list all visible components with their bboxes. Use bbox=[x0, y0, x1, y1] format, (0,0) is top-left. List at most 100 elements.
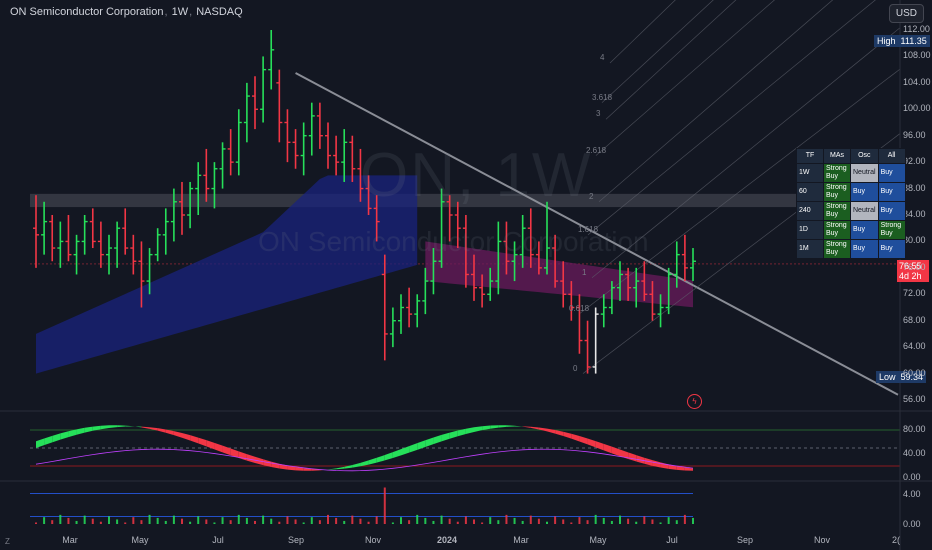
oscillator-ribbon-segment bbox=[368, 457, 377, 465]
signal-cell-tf: 1D bbox=[796, 220, 824, 240]
ohlc-bar bbox=[292, 129, 299, 169]
fib-level-label: 1 bbox=[582, 267, 587, 277]
histogram-bar bbox=[148, 514, 151, 524]
oscillator-ribbon-segment bbox=[222, 445, 231, 456]
oscillator-ribbon-segment bbox=[100, 425, 109, 430]
histogram-bar bbox=[383, 487, 386, 524]
ohlc-bar bbox=[584, 320, 591, 374]
interval-label: 1W bbox=[171, 6, 189, 18]
signal-cell-tf: 1W bbox=[796, 163, 824, 183]
histogram-bar bbox=[408, 520, 411, 524]
price-tick-label: 100.00 bbox=[903, 103, 931, 114]
signal-cell-all: Buy bbox=[877, 201, 906, 221]
signal-cell-all: Strong Buy bbox=[877, 220, 906, 240]
fib-fan-line bbox=[595, 0, 775, 156]
oscillator-ribbon-segment bbox=[587, 438, 596, 448]
histogram-bar bbox=[667, 517, 670, 524]
lightning-icon[interactable]: ϟ bbox=[687, 394, 702, 409]
histogram-bar bbox=[35, 522, 37, 524]
histogram-bar bbox=[91, 518, 94, 524]
time-tick-label: Sep bbox=[287, 535, 305, 545]
ohlc-bar bbox=[333, 135, 340, 176]
histogram-bar bbox=[262, 515, 265, 524]
fib-fan-line bbox=[605, 0, 737, 120]
ohlc-bar bbox=[81, 215, 88, 255]
oscillator-ribbon-segment bbox=[376, 455, 385, 463]
oscillator-ribbon-segment bbox=[465, 427, 474, 434]
signal-cell-tf: 60 bbox=[796, 182, 824, 202]
oscillator-ribbon-segment bbox=[84, 426, 93, 433]
histogram-bar bbox=[189, 521, 192, 524]
currency-button[interactable]: USD bbox=[888, 4, 924, 23]
oscillator-ribbon-segment bbox=[336, 466, 345, 470]
histogram-bar bbox=[627, 518, 630, 524]
signal-cell-osc: Buy bbox=[850, 220, 879, 240]
ohlc-bar bbox=[681, 234, 688, 282]
time-tick-label: Sep bbox=[736, 535, 754, 545]
signal-row: 1W Strong Buy Neutral Buy bbox=[796, 163, 906, 183]
histogram-bar bbox=[343, 520, 346, 524]
oscillator-ribbon-segment bbox=[198, 437, 207, 447]
histogram-bar bbox=[440, 515, 443, 524]
time-tick-label: Nov bbox=[364, 535, 382, 545]
oscillator-ribbon-segment bbox=[652, 460, 661, 468]
fib-level-label: 2.618 bbox=[586, 145, 607, 155]
oscillator-ribbon-segment bbox=[190, 435, 199, 444]
histogram-bar bbox=[456, 521, 459, 524]
fib-level-label: 0.618 bbox=[569, 304, 590, 314]
fib-fan-line bbox=[609, 0, 676, 64]
histogram-bar bbox=[651, 519, 654, 524]
oscillator-ribbon-segment bbox=[60, 431, 69, 440]
price-tick-label: 60.00 bbox=[903, 367, 926, 378]
chart-title: ON Semiconductor Corporation, 1W, NASDAQ bbox=[10, 6, 243, 18]
exchange-label: NASDAQ bbox=[196, 6, 243, 18]
ohlc-bar bbox=[276, 69, 283, 143]
histogram-bar bbox=[416, 514, 419, 524]
histogram-bar bbox=[245, 517, 248, 524]
oscillator-ribbon-segment bbox=[125, 425, 134, 427]
oscillator-ribbon-segment bbox=[482, 425, 491, 431]
histogram-bar bbox=[586, 520, 589, 524]
histogram-tick-label: 4.00 bbox=[903, 489, 921, 499]
fib-fan-line bbox=[601, 0, 714, 103]
oscillator-ribbon-segment bbox=[474, 426, 483, 432]
histogram-bar bbox=[254, 520, 256, 524]
histogram-bar bbox=[302, 522, 305, 524]
oscillator-ribbon-segment bbox=[538, 427, 547, 432]
price-tick-label: 68.00 bbox=[903, 314, 926, 325]
signal-row: 60 Strong Buy Buy Buy bbox=[796, 182, 906, 202]
histogram-bar bbox=[643, 516, 646, 524]
histogram-bar bbox=[424, 517, 427, 524]
fib-level-label: 0 bbox=[573, 363, 578, 373]
histogram-bar bbox=[659, 522, 662, 524]
time-tick-label: May bbox=[131, 535, 149, 545]
histogram-bar bbox=[140, 520, 143, 524]
signal-table: TF MAs Osc All 1W Strong Buy Neutral Buy 60 S… bbox=[796, 148, 906, 259]
ohlc-bar bbox=[260, 56, 267, 123]
histogram-bar bbox=[497, 520, 500, 524]
price-tick-label: 76.00 bbox=[903, 261, 926, 272]
signal-cell-mas: Strong Buy bbox=[823, 201, 851, 221]
signal-row: 1D Strong Buy Buy Strong Buy bbox=[796, 220, 906, 240]
zoom-icon[interactable]: Z bbox=[5, 537, 10, 546]
oscillator-ribbon-segment bbox=[514, 425, 523, 427]
oscillator-ribbon-segment bbox=[579, 435, 588, 445]
oscillator-ribbon-segment bbox=[141, 426, 150, 429]
oscillator-ribbon-segment bbox=[506, 425, 515, 427]
oscillator-ribbon-segment bbox=[409, 443, 418, 453]
time-tick-label: May bbox=[589, 535, 607, 545]
ohlc-bar bbox=[65, 215, 72, 262]
histogram-bar bbox=[594, 514, 597, 524]
oscillator-ribbon-segment bbox=[571, 433, 580, 442]
signal-cell-osc: Neutral bbox=[850, 201, 879, 221]
oscillator-ribbon-segment bbox=[360, 460, 369, 467]
header-osc: Osc bbox=[850, 148, 879, 164]
histogram-bar bbox=[116, 519, 119, 524]
histogram-bar bbox=[489, 517, 492, 524]
oscillator-tick-label: 80.00 bbox=[903, 424, 926, 434]
histogram-bar bbox=[521, 520, 524, 524]
chart-canvas[interactable] bbox=[0, 0, 932, 550]
signal-cell-tf: 240 bbox=[796, 201, 824, 221]
bar-countdown: 4d 2h bbox=[899, 271, 922, 281]
ohlc-bar bbox=[73, 234, 80, 275]
